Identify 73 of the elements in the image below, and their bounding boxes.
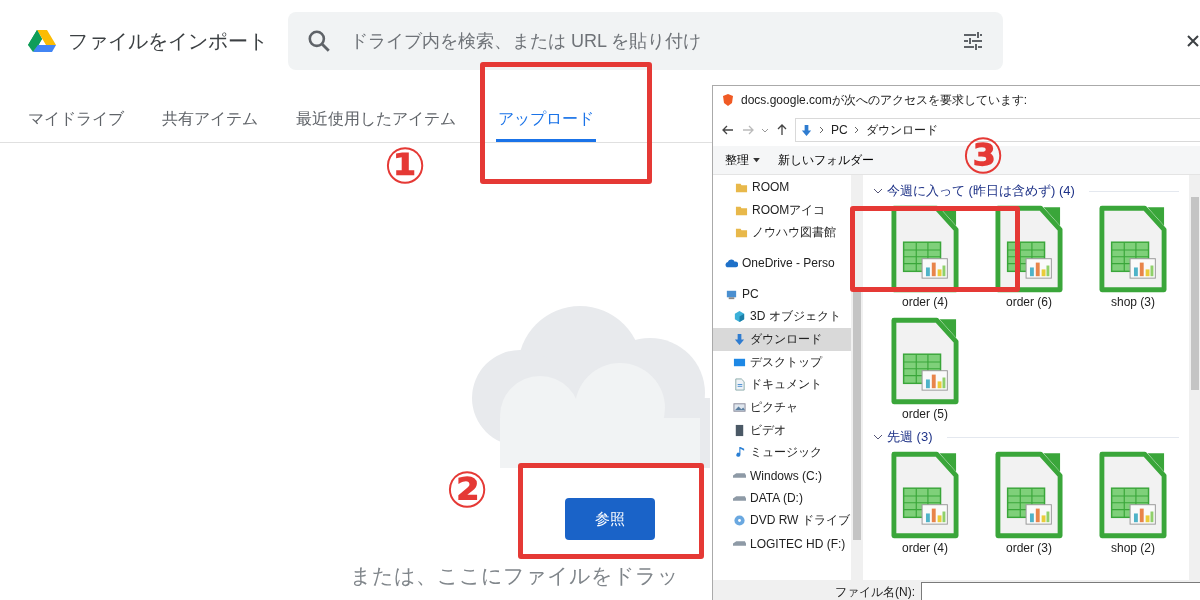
search-icon [306, 28, 332, 54]
spreadsheet-file-icon [995, 451, 1063, 539]
disc-icon [733, 514, 746, 528]
document-icon [733, 378, 746, 392]
chevron-icon [853, 126, 860, 134]
cube-icon [733, 310, 746, 324]
nav-item[interactable]: DATA (D:) [713, 486, 851, 510]
dialog-title: docs.google.comが次へのアクセスを要求しています: [741, 91, 1028, 109]
file-item[interactable]: order (4) [873, 447, 977, 555]
file-name-label: ファイル名(N): [835, 583, 915, 600]
scrollbar[interactable] [851, 175, 863, 580]
new-folder-button[interactable]: 新しいフォルダー [776, 149, 876, 171]
search-input[interactable]: ドライブ内を検索、または URL を貼り付け [348, 29, 961, 53]
folder-icon [735, 226, 748, 240]
nav-item[interactable]: ミュージック [713, 441, 851, 465]
spreadsheet-file-icon [891, 317, 959, 405]
download-icon [733, 332, 746, 346]
drop-hint: または、ここにファイルをドラッ [350, 563, 680, 589]
nav-item[interactable]: Windows (C:) [713, 464, 851, 487]
shield-icon [721, 93, 735, 107]
nav-item[interactable]: PC [713, 282, 851, 306]
breadcrumb[interactable]: ダウンロード [865, 121, 938, 139]
nav-item[interactable]: DVD RW ドライブ [713, 509, 851, 533]
drive-icon [733, 473, 746, 479]
spreadsheet-file-icon [1099, 451, 1167, 539]
drive-logo-icon [28, 29, 56, 53]
tab[interactable]: アップロード [496, 82, 596, 142]
browse-button[interactable]: 参照 [565, 498, 655, 540]
nav-item[interactable]: LOGITEC HD (F:) [713, 532, 851, 555]
download-icon [800, 123, 813, 137]
tab[interactable]: 共有アイテム [162, 82, 258, 142]
back-arrow-icon[interactable] [721, 123, 735, 137]
nav-item[interactable]: デスクトップ [713, 350, 851, 374]
nav-item[interactable]: OneDrive - Perso [713, 252, 851, 275]
filter-icon[interactable] [961, 29, 985, 53]
caret-icon [753, 157, 760, 163]
dialog-title: ファイルをインポート [68, 28, 268, 54]
nav-item[interactable]: ドキュメント [713, 373, 851, 397]
file-item[interactable]: shop (3) [1081, 201, 1185, 309]
picture-icon [733, 401, 746, 415]
drive-icon [733, 495, 746, 501]
nav-item[interactable]: ダウンロード [713, 328, 851, 351]
step-number: ② [446, 462, 489, 518]
close-icon[interactable] [1186, 34, 1200, 48]
nav-item[interactable]: ビデオ [713, 418, 851, 442]
spreadsheet-file-icon [1099, 205, 1167, 293]
nav-item[interactable]: ROOMアイコ [713, 198, 851, 222]
up-arrow-icon[interactable] [775, 123, 789, 137]
file-item[interactable]: order (5) [873, 313, 977, 421]
file-item[interactable]: order (3) [977, 447, 1081, 555]
chevron-down-icon[interactable] [873, 433, 883, 441]
file-item[interactable]: shop (2) [1081, 447, 1185, 555]
music-note-icon [733, 446, 746, 460]
file-name-field[interactable] [921, 582, 1200, 600]
drive-icon [733, 541, 746, 547]
nav-item[interactable]: 3D オブジェクト [713, 305, 851, 329]
nav-item[interactable]: ノウハウ図書館 [713, 221, 851, 245]
chevron-icon [819, 126, 825, 134]
scrollbar[interactable] [1189, 175, 1200, 580]
nav-item[interactable]: ピクチャ [713, 396, 851, 419]
spreadsheet-file-icon [891, 451, 959, 539]
group-header[interactable]: 先週 (3) [887, 428, 933, 446]
search-field[interactable]: ドライブ内を検索、または URL を貼り付け [288, 12, 1003, 70]
file-item[interactable]: order (4) [873, 201, 977, 309]
breadcrumb[interactable]: PC [831, 123, 848, 137]
nav-item[interactable]: ROOM [713, 176, 851, 199]
caret-icon[interactable] [761, 126, 769, 134]
chevron-down-icon[interactable] [873, 187, 883, 195]
tab[interactable]: マイドライブ [28, 82, 124, 142]
film-icon [733, 423, 746, 437]
organize-menu[interactable]: 整理 [723, 149, 762, 171]
cloud-icon [725, 256, 738, 270]
group-header[interactable]: 今週に入って (昨日は含めず) (4) [887, 182, 1075, 200]
